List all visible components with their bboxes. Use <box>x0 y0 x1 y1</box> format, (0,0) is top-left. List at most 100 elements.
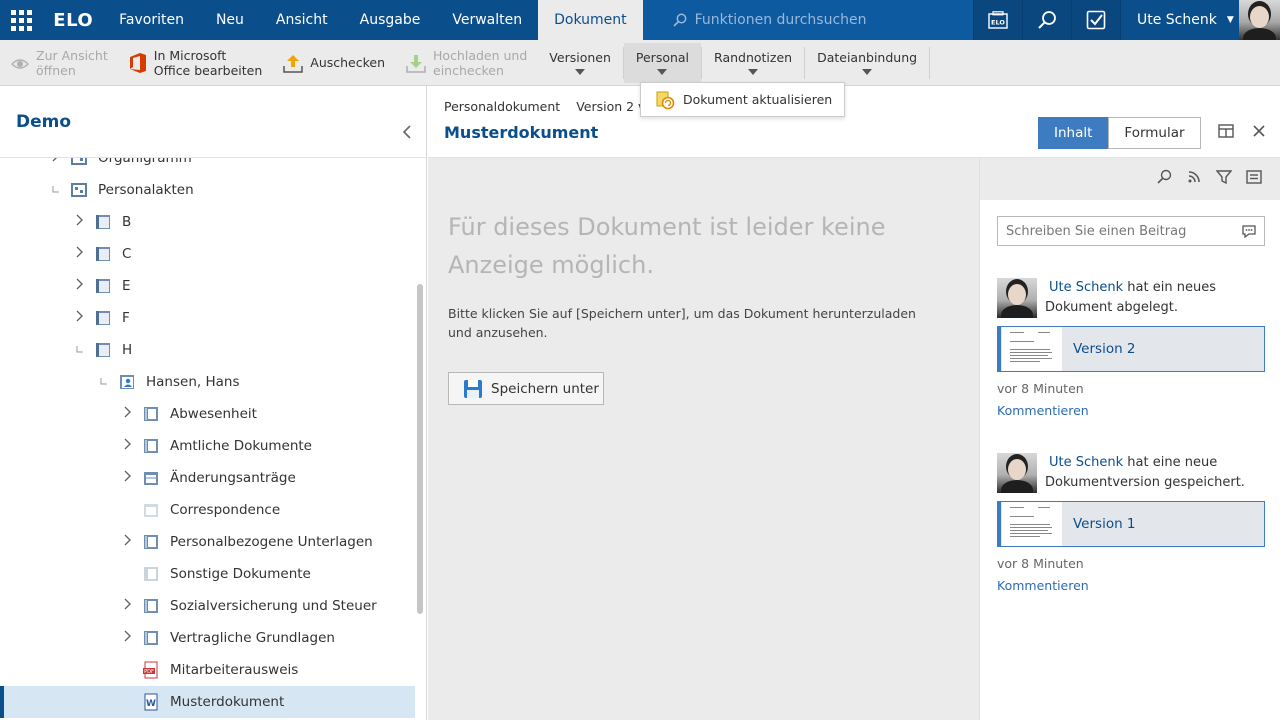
feed-user-link[interactable]: Ute Schenk <box>1049 280 1123 295</box>
chevron-right-icon[interactable] <box>70 278 88 290</box>
tree-item[interactable]: W Musterdokument <box>0 686 415 718</box>
chevron-right-icon[interactable] <box>70 214 88 226</box>
rss-icon[interactable] <box>1186 169 1202 189</box>
avatar[interactable] <box>1239 0 1280 40</box>
feed-panel: Schreiben Sie einen Beitrag Ute Schenk h… <box>979 158 1280 720</box>
tab-neu[interactable]: Neu <box>200 0 260 40</box>
ms-office-label-1: In Microsoft <box>153 47 227 63</box>
tree-item-label: E <box>122 278 131 294</box>
margin-notes-dropdown[interactable]: Randnotizen <box>702 40 804 86</box>
tree-item[interactable]: Vertragliche Grundlagen <box>0 622 415 654</box>
function-search-input[interactable]: Funktionen durchsuchen <box>642 0 973 40</box>
tree-scrollbar[interactable] <box>417 284 423 614</box>
tree-item[interactable]: Correspondence <box>0 494 415 526</box>
tab-favoriten[interactable]: Favoriten <box>103 0 200 40</box>
box-empty-icon <box>142 501 160 519</box>
document-thumbnail <box>1002 327 1062 371</box>
ms-office-edit-button[interactable]: In Microsoft Office bearbeiten <box>118 40 273 86</box>
tab-dokument[interactable]: Dokument <box>538 0 643 40</box>
tree-item[interactable]: Änderungsanträge <box>0 462 415 494</box>
comment-icon[interactable] <box>1241 224 1257 243</box>
tree-item[interactable]: Sonstige Dokumente <box>0 558 415 590</box>
version-card[interactable]: Version 1 <box>997 501 1265 547</box>
version-label: Version 2 <box>1073 341 1136 357</box>
tree-item-label: H <box>122 342 133 358</box>
tree-item[interactable]: E <box>0 270 415 302</box>
tree-item[interactable]: B <box>0 206 415 238</box>
box-icon <box>142 469 160 487</box>
personal-dropdown[interactable]: Personal <box>623 42 702 83</box>
tab-verwalten[interactable]: Verwalten <box>436 0 538 40</box>
tree-item[interactable]: Sozialversicherung und Steuer <box>0 590 415 622</box>
search-icon <box>673 13 687 27</box>
feed-toolbar <box>980 158 1280 200</box>
save-as-button[interactable]: Speichern unter <box>448 372 604 405</box>
chevron-down-icon: ▼ <box>1226 15 1234 25</box>
tree-item-label: Abwesenheit <box>170 406 257 422</box>
chevron-right-icon[interactable] <box>118 598 136 610</box>
chevron-right-icon[interactable] <box>118 406 136 418</box>
update-document-menu-item[interactable]: Dokument aktualisieren <box>640 82 845 117</box>
chevron-right-icon[interactable] <box>70 246 88 258</box>
view-switcher: Inhalt Formular <box>1038 117 1201 149</box>
file-link-label: Dateianbindung <box>817 50 918 65</box>
chevron-right-icon[interactable] <box>118 630 136 642</box>
tab-ansicht[interactable]: Ansicht <box>260 0 344 40</box>
collapse-corner-icon[interactable] <box>70 346 88 354</box>
post-input[interactable]: Schreiben Sie einen Beitrag <box>997 216 1265 246</box>
elo-logo: ELO <box>53 9 94 31</box>
app-launcher-icon[interactable] <box>0 0 43 40</box>
feed-action-text: hat eine neue <box>1127 455 1218 470</box>
version-card[interactable]: Version 2 <box>997 326 1265 372</box>
binder-icon <box>142 629 160 647</box>
binder-icon <box>142 437 160 455</box>
chevron-right-icon[interactable] <box>118 534 136 546</box>
tree-item[interactable]: C <box>0 238 415 270</box>
feed-timestamp: vor 8 Minuten <box>997 556 1084 571</box>
collapse-corner-icon[interactable] <box>94 378 112 386</box>
upload-checkin-button[interactable]: Hochladen und einchecken <box>395 40 537 86</box>
no-preview-message: Für dieses Dokument ist leider keine Anz… <box>448 213 886 279</box>
tree-item[interactable]: Abwesenheit <box>0 398 415 430</box>
register-icon <box>94 341 112 359</box>
filter-icon[interactable] <box>1215 169 1233 189</box>
file-link-dropdown[interactable]: Dateianbindung <box>805 40 929 86</box>
comment-link[interactable]: Kommentieren <box>997 578 1089 593</box>
tab-ausgabe[interactable]: Ausgabe <box>344 0 437 40</box>
tree-item[interactable]: Personalbezogene Unterlagen <box>0 526 415 558</box>
tree-item[interactable]: PDF Mitarbeiterausweis <box>0 654 415 686</box>
search-icon[interactable] <box>1156 169 1172 189</box>
elo-box-icon[interactable]: ELO <box>973 0 1022 40</box>
folder-org-icon <box>70 181 88 199</box>
tree-item[interactable]: H <box>0 334 415 366</box>
chevron-right-icon[interactable] <box>70 310 88 322</box>
tree-item[interactable]: Organigramm <box>0 158 415 174</box>
tree-item-label: Correspondence <box>170 502 281 518</box>
tasks-icon[interactable] <box>1071 0 1120 40</box>
repository-tree-panel: Demo Organigramm Personalakten B C E F H Hansen… <box>0 86 427 720</box>
chevron-right-icon[interactable] <box>46 158 64 162</box>
user-menu[interactable]: Ute Schenk ▼ <box>1120 0 1239 40</box>
checkout-button[interactable]: Auschecken <box>272 40 395 86</box>
tree-item[interactable]: Personalakten <box>0 174 415 206</box>
open-view-button[interactable]: Zur Ansicht öffnen <box>0 40 118 86</box>
tab-inhalt[interactable]: Inhalt <box>1038 117 1109 149</box>
list-view-icon[interactable] <box>1246 169 1262 189</box>
comment-link[interactable]: Kommentieren <box>997 403 1089 418</box>
versions-dropdown[interactable]: Versionen <box>537 40 623 86</box>
feed-user-link[interactable]: Ute Schenk <box>1049 455 1123 470</box>
close-icon[interactable] <box>1252 124 1266 142</box>
chevron-right-icon[interactable] <box>118 438 136 450</box>
feed-entry-text: Ute Schenk hat ein neues Dokument abgele… <box>1045 278 1265 318</box>
chevron-left-icon[interactable] <box>402 124 412 145</box>
tree-item[interactable]: Amtliche Dokumente <box>0 430 415 462</box>
tree-item-label: Vertragliche Grundlagen <box>170 630 335 646</box>
document-thumbnail <box>1002 502 1062 546</box>
tree-item[interactable]: Hansen, Hans <box>0 366 415 398</box>
chevron-right-icon[interactable] <box>118 470 136 482</box>
collapse-corner-icon[interactable] <box>46 186 64 194</box>
tab-formular[interactable]: Formular <box>1108 117 1201 149</box>
layout-icon[interactable] <box>1218 124 1234 142</box>
tree-item[interactable]: F <box>0 302 415 334</box>
search-icon[interactable] <box>1022 0 1071 40</box>
